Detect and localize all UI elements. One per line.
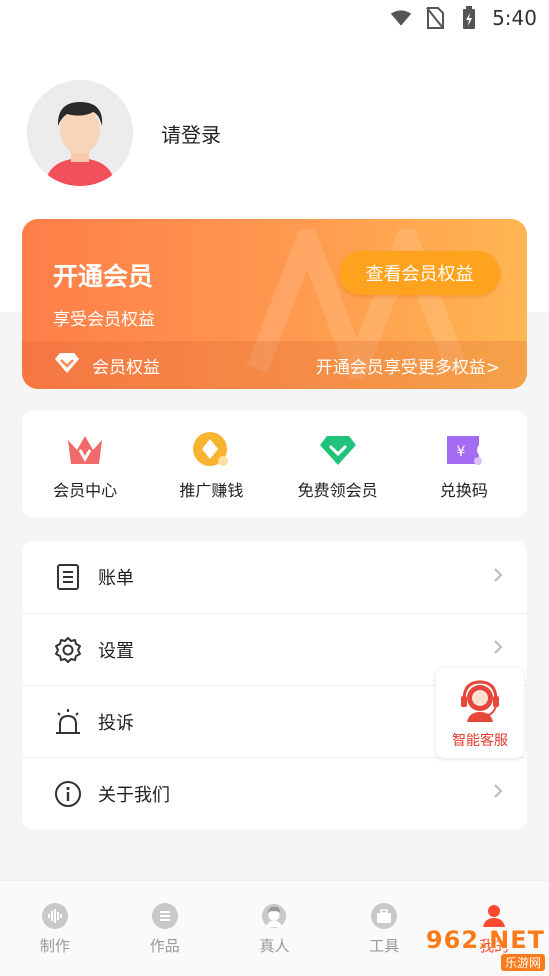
quick-action-free-vip[interactable]: 免费领会员: [275, 411, 401, 517]
tab-create[interactable]: 制作: [0, 881, 110, 976]
tab-label: 制作: [39, 937, 70, 955]
vip-title: 开通会员: [53, 262, 154, 291]
sound-wave-icon: [41, 903, 68, 929]
person-icon: [261, 903, 287, 929]
quick-action-label: 免费领会员: [297, 481, 378, 500]
tab-real-person[interactable]: 真人: [220, 881, 330, 976]
smart-customer-service-button[interactable]: 智能客服: [436, 668, 524, 758]
quick-action-label: 会员中心: [53, 481, 118, 500]
menu-item-bill[interactable]: 账单: [22, 541, 527, 613]
watermark-sub-text: 乐游网: [500, 953, 545, 971]
chevron-right-icon: [493, 639, 503, 660]
status-time: 5:40: [492, 6, 537, 30]
tab-works[interactable]: 作品: [110, 881, 220, 976]
menu-item-about[interactable]: 关于我们: [22, 757, 527, 829]
ticket-icon: ¥: [445, 431, 483, 469]
vip-benefits-label: 会员权益: [92, 357, 160, 378]
crown-icon: [66, 431, 104, 469]
watermark-logo-text: 962.NET: [425, 925, 545, 954]
diamond-icon: [319, 431, 357, 469]
site-watermark: 962.NET 乐游网: [405, 926, 545, 972]
no-sim-icon: [424, 7, 446, 29]
quick-action-promote[interactable]: 推广赚钱: [148, 411, 274, 517]
vip-more-benefits-link[interactable]: 开通会员享受更多权益>: [316, 353, 500, 378]
bill-icon: [54, 563, 82, 591]
quick-actions: 会员中心 推广赚钱 免费领会员 ¥ 兑换码: [22, 411, 527, 517]
quick-action-label: 兑换码: [439, 481, 488, 500]
list-icon: [151, 903, 178, 929]
coin-icon: [192, 431, 230, 469]
headset-agent-icon: [457, 676, 503, 726]
info-icon: [54, 780, 82, 808]
battery-charging-icon: [458, 6, 480, 29]
alarm-icon: [54, 708, 82, 736]
wifi-icon: [390, 7, 412, 29]
view-vip-benefits-button[interactable]: 查看会员权益: [339, 251, 500, 295]
profile-section[interactable]: 请登录: [27, 80, 221, 186]
quick-action-redeem-code[interactable]: ¥ 兑换码: [401, 411, 527, 517]
svg-text:¥: ¥: [456, 444, 465, 460]
vip-subtitle: 享受会员权益: [53, 310, 155, 330]
login-prompt[interactable]: 请登录: [161, 119, 221, 148]
chevron-right-icon: [493, 567, 503, 588]
quick-action-vip-center[interactable]: 会员中心: [22, 411, 148, 517]
chevron-right-icon: [493, 783, 503, 804]
vip-benefits-strip[interactable]: 会员权益 开通会员享受更多权益>: [22, 341, 527, 389]
tab-label: 真人: [259, 937, 290, 955]
menu-item-label: 关于我们: [98, 784, 170, 806]
gear-icon: [54, 636, 82, 664]
service-label: 智能客服: [452, 733, 508, 749]
menu-item-label: 账单: [98, 568, 134, 589]
status-bar: 5:40: [0, 0, 549, 36]
vip-card: 开通会员 享受会员权益 查看会员权益 会员权益 开通会员享受更多权益>: [22, 219, 527, 389]
menu-item-label: 设置: [98, 640, 134, 662]
avatar[interactable]: [27, 80, 133, 186]
default-avatar-icon: [27, 80, 133, 186]
diamond-icon: [54, 352, 80, 379]
toolbox-icon: [371, 903, 398, 929]
quick-action-label: 推广赚钱: [179, 481, 244, 500]
tab-label: 作品: [149, 937, 180, 955]
tab-label: 工具: [369, 937, 400, 955]
